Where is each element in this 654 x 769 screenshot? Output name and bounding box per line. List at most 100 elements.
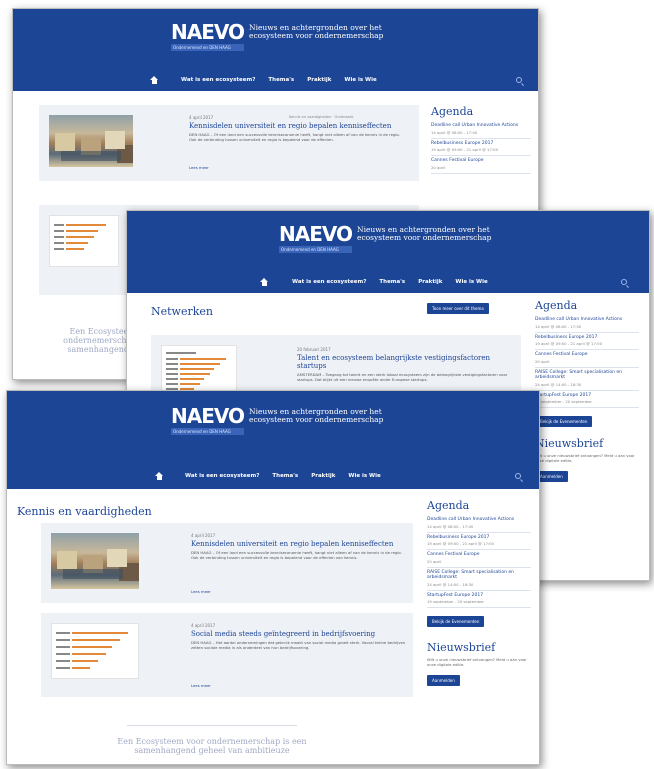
chart-thumbnail[interactable] [49,215,119,267]
agenda-item[interactable]: Rebelbusiness Europe 2017 19 april @ 09:… [535,333,639,350]
agenda-item[interactable]: Rebelbusiness Europe 2017 19 april @ 09:… [431,139,531,156]
agenda-item[interactable]: Rebelbusiness Europe 2017 19 april @ 09:… [427,533,531,550]
agenda-item-title[interactable]: Rebelbusiness Europe 2017 [427,535,531,541]
nav-item-themas[interactable]: Thema's [272,473,298,479]
agenda-item[interactable]: StartupFest Europe 2017 19 september - 2… [427,591,531,608]
agenda-item-title[interactable]: RAISE College: Smart specialisation en a… [535,370,639,381]
home-icon[interactable] [155,472,163,480]
agenda-item-title[interactable]: Cannes Festival Europe [431,158,531,164]
agenda-item-date: 20 april [427,558,442,564]
article-title[interactable]: Kennisdelen universiteit en regio bepale… [189,122,409,130]
agenda-item[interactable]: Cannes Festival Europe 20 april [535,350,639,368]
agenda-item[interactable]: Deadline call Urban Innovative Actions 1… [427,515,531,533]
chart-bar [180,358,226,360]
chart-bar [66,230,98,232]
events-button[interactable]: Bekijk de Evenementen [427,616,485,627]
article-tags[interactable]: Kennis en vaardigheden · Onderzoek [289,115,354,119]
nav-item-themas[interactable]: Thema's [268,77,294,83]
read-more-link[interactable]: Lees meer [191,683,211,688]
chart-bar [66,236,94,238]
newsletter-text: Wilt u onze nieuwsbrief ontvangen? Meld … [535,453,635,463]
page-title: Netwerken [151,305,213,318]
agenda-item[interactable]: Deadline call Urban Innovative Actions 1… [431,121,531,139]
chart-label [56,639,70,641]
brand[interactable]: NAEVO Ondernemend en DEN HAAG Nieuws en … [171,21,399,51]
read-more-link[interactable]: Lees meer [189,165,209,170]
divider [127,725,297,726]
chart-bar [72,646,112,648]
brand[interactable]: NAEVO Ondernemend en DEN HAAG Nieuws en … [279,223,507,253]
logo-text: NAEVO [279,222,353,246]
agenda-item-title[interactable]: StartupFest Europe 2017 [535,393,639,399]
agenda-item[interactable]: RAISE College: Smart specialisation en a… [427,568,531,591]
search-icon[interactable] [516,77,522,83]
nav-item-themas[interactable]: Thema's [379,279,405,285]
chart-bar [180,373,210,375]
theme-more-button[interactable]: Toon meer over dit thema [427,303,489,314]
agenda-sidebar: Agenda Deadline call Urban Innovative Ac… [431,105,531,174]
chart-label [56,653,70,655]
events-button-label: Bekijk de Evenementen [432,619,480,624]
logo-subtitle: Ondernemend en DEN HAAG [279,246,353,253]
brand[interactable]: NAEVO Ondernemend en DEN HAAG Nieuws en … [171,405,399,435]
agenda-item-title[interactable]: Deadline call Urban Innovative Actions [431,123,531,129]
agenda-item-date: 20 april [431,164,446,170]
read-more-link[interactable]: Lees meer [191,589,211,594]
article-card[interactable]: 4 april 2017 Kennis en vaardigheden · On… [39,105,419,181]
events-button[interactable]: Bekijk de Evenementen [535,416,593,427]
agenda-item[interactable]: Cannes Festival Europe 20 april [427,550,531,568]
nav-item-ecosysteem[interactable]: Wat is een ecosysteem? [292,279,366,285]
nav-item-praktijk[interactable]: Praktijk [311,473,335,479]
agenda-item-date: 20 april [535,358,550,364]
chart-label [56,632,70,634]
agenda-item-title[interactable]: RAISE College: Smart specialisation en a… [427,570,531,581]
agenda-item[interactable]: StartupFest Europe 2017 19 september - 2… [535,391,639,408]
article-title[interactable]: Talent en ecosysteem belangrijkste vesti… [297,354,512,370]
nav-item-wie-is-wie[interactable]: Wie is Wie [348,473,380,479]
article-thumbnail[interactable] [49,115,133,167]
site-tagline: Nieuws en achtergronden over het ecosyst… [249,407,384,424]
article-card[interactable]: 4 april 2017 Kennisdelen universiteit en… [41,523,413,603]
article-excerpt: DEN HAAG – Of een land een succesvolle k… [189,132,400,142]
agenda-heading: Agenda [427,499,470,512]
chart-label [166,352,196,354]
agenda-item[interactable]: Cannes Festival Europe 20 april [431,156,531,174]
home-icon[interactable] [260,278,268,286]
agenda-heading: Agenda [535,299,578,312]
agenda-item-title[interactable]: Cannes Festival Europe [427,552,531,558]
nav-item-wie-is-wie[interactable]: Wie is Wie [344,77,376,83]
agenda-item-title[interactable]: Deadline call Urban Innovative Actions [535,317,639,323]
nav-item-ecosysteem[interactable]: Wat is een ecosysteem? [181,77,255,83]
agenda-item[interactable]: Deadline call Urban Innovative Actions 1… [535,315,639,333]
logo[interactable]: NAEVO Ondernemend en DEN HAAG [279,222,353,253]
screenshot-kennis-en-vaardigheden: NAEVO Ondernemend en DEN HAAG Nieuws en … [6,390,540,765]
agenda-item[interactable]: RAISE College: Smart specialisation en a… [535,368,639,391]
home-icon[interactable] [150,76,158,84]
search-icon[interactable] [515,473,521,479]
chart-thumbnail[interactable] [51,623,139,679]
agenda-item-title[interactable]: Deadline call Urban Innovative Actions [427,517,531,523]
chart-bar [72,639,120,641]
chart-bar [72,632,128,634]
article-excerpt: DEN HAAG – Of een land een succesvolle k… [191,550,402,560]
nav-item-wie-is-wie[interactable]: Wie is Wie [455,279,487,285]
logo[interactable]: NAEVO Ondernemend en DEN HAAG [171,405,245,435]
article-title[interactable]: Social media steeds geïntegreerd in bedr… [191,630,406,638]
subscribe-button[interactable]: Aanmelden [427,675,460,686]
agenda-item-title[interactable]: Rebelbusiness Europe 2017 [431,141,531,147]
article-title[interactable]: Kennisdelen universiteit en regio bepale… [191,540,406,548]
logo[interactable]: NAEVO Ondernemend en DEN HAAG [171,21,245,51]
article-card[interactable]: 4 april 2017 Social media steeds geïnteg… [41,613,413,697]
nav-item-praktijk[interactable]: Praktijk [307,77,331,83]
agenda-item-title[interactable]: Rebelbusiness Europe 2017 [535,335,639,341]
search-icon[interactable] [621,279,627,285]
article-thumbnail[interactable] [51,533,139,589]
site-header: NAEVO Ondernemend en DEN HAAG Nieuws en … [7,391,539,489]
agenda-item-title[interactable]: Cannes Festival Europe [535,352,639,358]
agenda-item-title[interactable]: StartupFest Europe 2017 [427,593,531,599]
chart-label [54,248,64,250]
nav-item-praktijk[interactable]: Praktijk [418,279,442,285]
nav-item-ecosysteem[interactable]: Wat is een ecosysteem? [185,473,259,479]
main-nav: Wat is een ecosysteem? Thema's Praktijk … [13,69,538,91]
agenda-item-date: 24 april @ 14:00 - 18:30 [535,381,582,387]
